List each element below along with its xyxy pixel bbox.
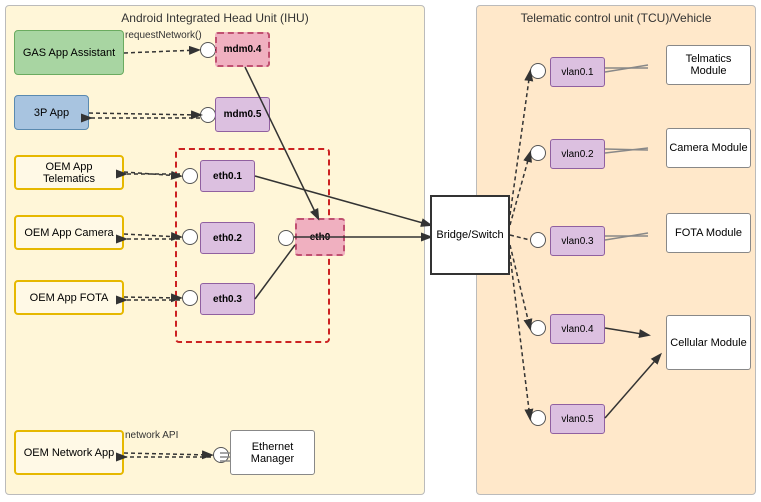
mdm04-circle <box>200 42 216 58</box>
eth0-circle <box>278 230 294 246</box>
request-network-label: requestNetwork() <box>125 30 202 41</box>
vlan02-node: vlan0.2 <box>550 139 605 169</box>
mdm04-node: mdm0.4 <box>215 32 270 67</box>
vlan01-circle <box>530 63 546 79</box>
cellular-module-box: Cellular Module <box>666 315 751 370</box>
eth02-circle <box>182 229 198 245</box>
fota-module-box: FOTA Module <box>666 213 751 253</box>
vlan04-circle <box>530 320 546 336</box>
camera-module-box: Camera Module <box>666 128 751 168</box>
tcu-title: Telematic control unit (TCU)/Vehicle <box>521 11 712 25</box>
eth01-circle <box>182 168 198 184</box>
network-api-label: network API <box>125 430 178 441</box>
eth03-node: eth0.3 <box>200 283 255 315</box>
gas-app-box: GAS App Assistant <box>14 30 124 75</box>
ihu-title: Android Integrated Head Unit (IHU) <box>121 11 308 25</box>
vlan05-circle <box>530 410 546 426</box>
vlan01-node: vlan0.1 <box>550 57 605 87</box>
vlan05-node: vlan0.5 <box>550 404 605 434</box>
bridge-switch-box: Bridge/Switch <box>430 195 510 275</box>
eth-manager-circle <box>213 447 229 463</box>
vlan03-node: vlan0.3 <box>550 226 605 256</box>
ethernet-manager-box: Ethernet Manager <box>230 430 315 475</box>
eth01-node: eth0.1 <box>200 160 255 192</box>
oem-telematics-box: OEM App Telematics <box>14 155 124 190</box>
eth02-node: eth0.2 <box>200 222 255 254</box>
eth03-circle <box>182 290 198 306</box>
mdm05-node: mdm0.5 <box>215 97 270 132</box>
oem-fota-box: OEM App FOTA <box>14 280 124 315</box>
oem-network-box: OEM Network App <box>14 430 124 475</box>
oem-camera-box: OEM App Camera <box>14 215 124 250</box>
mdm05-circle <box>200 107 216 123</box>
eth0-node: eth0 <box>295 218 345 256</box>
telematics-module-box: Telmatics Module <box>666 45 751 85</box>
app-3p-box: 3P App <box>14 95 89 130</box>
vlan03-circle <box>530 232 546 248</box>
vlan04-node: vlan0.4 <box>550 314 605 344</box>
vlan02-circle <box>530 145 546 161</box>
